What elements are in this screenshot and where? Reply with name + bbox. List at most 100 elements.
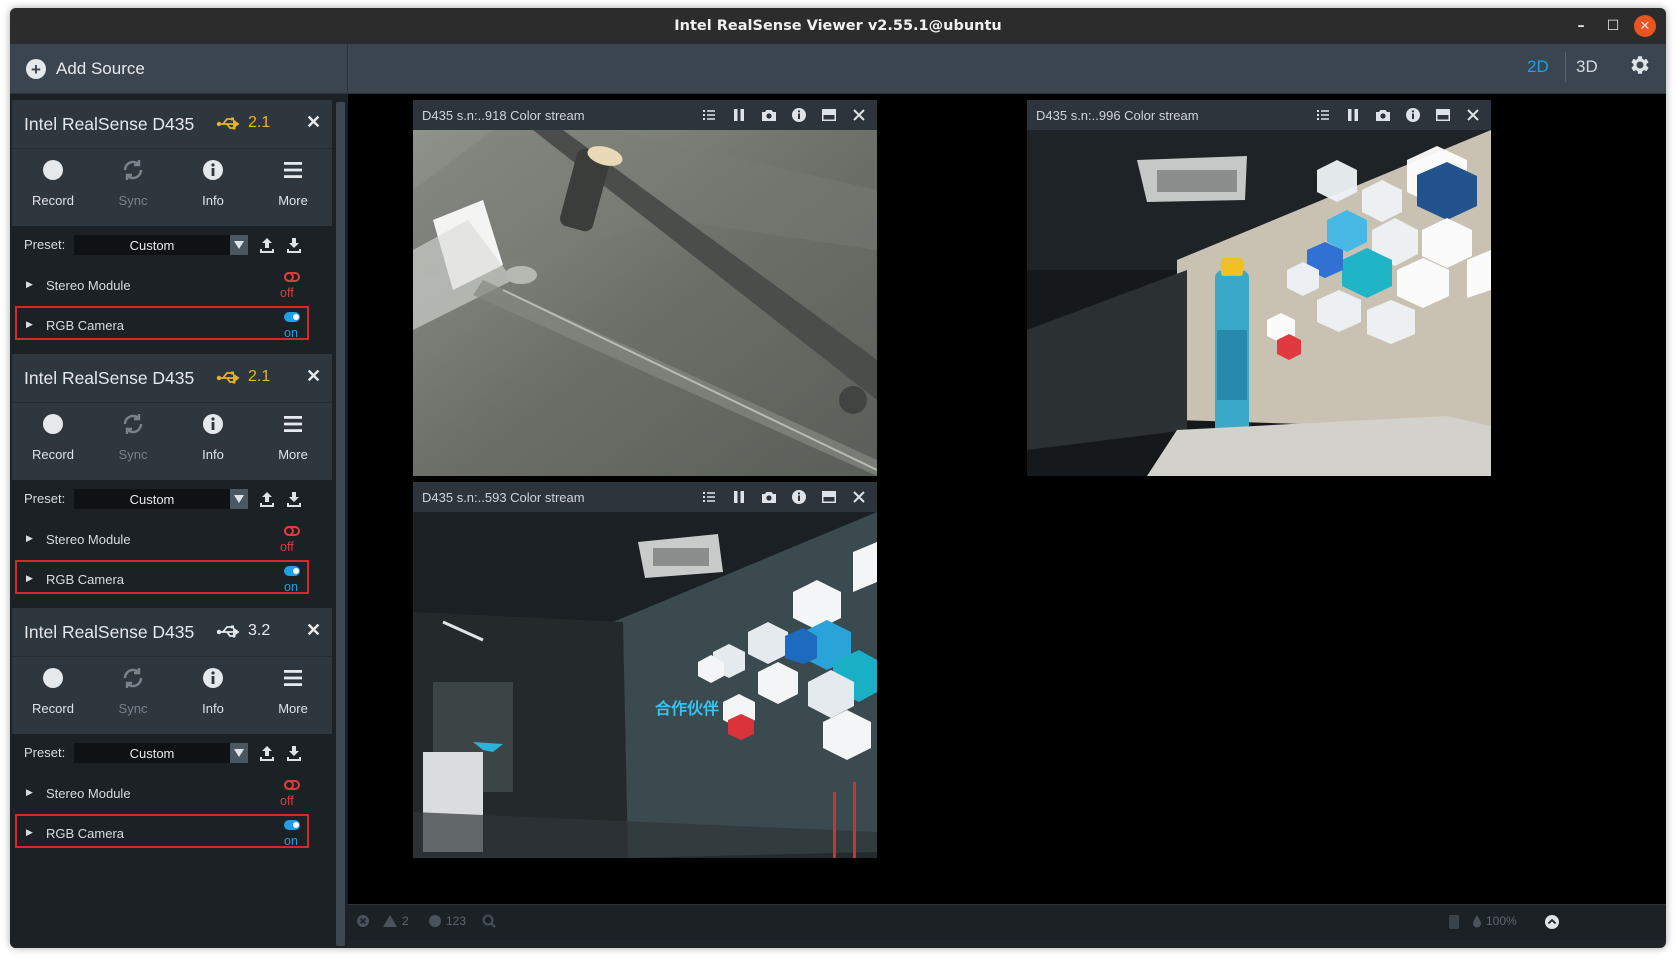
record-button[interactable]: Record — [18, 665, 88, 716]
preset-dropdown-arrow[interactable] — [230, 235, 248, 255]
warnings-indicator[interactable]: 2 — [382, 914, 409, 928]
view-separator — [1565, 52, 1566, 82]
pause-icon[interactable] — [1345, 107, 1361, 123]
upload-preset-icon[interactable] — [258, 744, 276, 762]
record-label: Record — [32, 447, 74, 462]
usb-version: 2.1 — [248, 368, 271, 385]
settings-gear-icon[interactable] — [1628, 53, 1652, 77]
close-window-button[interactable]: ✕ — [1634, 15, 1656, 37]
sync-icon — [123, 414, 143, 434]
sync-label: Sync — [118, 193, 148, 208]
upload-preset-icon[interactable] — [258, 490, 276, 508]
remove-device-button[interactable]: ✕ — [306, 620, 321, 641]
stream-options-icon[interactable] — [701, 107, 717, 123]
upload-preset-icon[interactable] — [258, 236, 276, 254]
module-row-stereo-module[interactable]: ▶ Stereo Module off — [12, 266, 332, 306]
search-icon[interactable] — [482, 914, 496, 928]
camera-icon[interactable] — [761, 107, 777, 123]
info-icon — [203, 414, 223, 434]
info-button[interactable]: Info — [178, 157, 248, 208]
download-preset-icon[interactable] — [285, 490, 303, 508]
module-name: RGB Camera — [46, 572, 125, 587]
stream-options-icon[interactable] — [1315, 107, 1331, 123]
sync-button[interactable]: Sync — [98, 665, 168, 716]
maximize-button[interactable]: ☐ — [1602, 15, 1624, 37]
more-button[interactable]: More — [258, 157, 328, 208]
download-preset-icon[interactable] — [285, 236, 303, 254]
device-header[interactable]: Intel RealSense D435 2.1 ✕ — [12, 354, 332, 402]
module-name: Stereo Module — [46, 278, 131, 293]
maximize-icon[interactable] — [821, 489, 837, 505]
download-preset-icon[interactable] — [285, 744, 303, 762]
stream-panel-996: D435 s.n:..996 Color stream — [1027, 100, 1491, 476]
module-toggle[interactable] — [284, 566, 300, 576]
expand-triangle-icon[interactable]: ▶ — [26, 827, 33, 838]
pause-icon[interactable] — [731, 489, 747, 505]
expand-triangle-icon[interactable]: ▶ — [26, 573, 33, 584]
camera-frame-918[interactable] — [413, 130, 877, 476]
view-3d-button[interactable]: 3D — [1576, 57, 1598, 77]
maximize-icon[interactable] — [821, 107, 837, 123]
module-toggle[interactable] — [284, 272, 300, 282]
more-button[interactable]: More — [258, 665, 328, 716]
preset-dropdown-arrow[interactable] — [230, 743, 248, 763]
more-label: More — [278, 193, 308, 208]
preset-select[interactable]: Custom — [74, 743, 230, 763]
expand-triangle-icon[interactable]: ▶ — [26, 279, 33, 290]
module-toggle[interactable] — [284, 820, 300, 830]
module-toggle[interactable] — [284, 312, 300, 322]
clear-notifications-icon[interactable] — [356, 914, 370, 928]
close-stream-icon[interactable] — [851, 489, 867, 505]
close-stream-icon[interactable] — [851, 107, 867, 123]
preset-value: Custom — [129, 237, 175, 253]
module-row-stereo-module[interactable]: ▶ Stereo Module off — [12, 520, 332, 560]
add-source-button[interactable]: + Add Source — [10, 44, 348, 94]
expand-triangle-icon[interactable]: ▶ — [26, 787, 33, 798]
camera-icon[interactable] — [761, 489, 777, 505]
device-controls: Record Sync Info More — [12, 402, 332, 480]
preset-dropdown-arrow[interactable] — [230, 489, 248, 509]
window-title: Intel RealSense Viewer v2.55.1@ubuntu — [674, 18, 1002, 34]
sync-button[interactable]: Sync — [98, 157, 168, 208]
module-state: off — [280, 540, 294, 554]
info-indicator[interactable]: 123 — [428, 914, 466, 928]
expand-triangle-icon[interactable]: ▶ — [26, 319, 33, 330]
camera-icon[interactable] — [1375, 107, 1391, 123]
close-stream-icon[interactable] — [1465, 107, 1481, 123]
view-2d-button[interactable]: 2D — [1527, 57, 1549, 77]
more-button[interactable]: More — [258, 411, 328, 462]
module-row-rgb-camera[interactable]: ▶ RGB Camera on — [12, 814, 332, 854]
info-button[interactable]: Info — [178, 665, 248, 716]
module-toggle[interactable] — [284, 526, 300, 536]
module-row-rgb-camera[interactable]: ▶ RGB Camera on — [12, 560, 332, 600]
preset-value: Custom — [129, 745, 175, 761]
remove-device-button[interactable]: ✕ — [306, 366, 321, 387]
info-icon[interactable] — [1405, 107, 1421, 123]
camera-frame-996[interactable] — [1027, 130, 1491, 476]
remove-device-button[interactable]: ✕ — [306, 112, 321, 133]
stream-options-icon[interactable] — [701, 489, 717, 505]
sidebar-scrollbar[interactable] — [336, 102, 345, 946]
sync-button[interactable]: Sync — [98, 411, 168, 462]
info-button[interactable]: Info — [178, 411, 248, 462]
record-button[interactable]: Record — [18, 157, 88, 208]
expand-triangle-icon[interactable]: ▶ — [26, 533, 33, 544]
module-name: RGB Camera — [46, 318, 125, 333]
camera-frame-593[interactable]: 合作伙伴 — [413, 512, 877, 858]
preset-select[interactable]: Custom — [74, 489, 230, 509]
device-header[interactable]: Intel RealSense D435 2.1 ✕ — [12, 100, 332, 148]
minimize-button[interactable]: – — [1570, 15, 1592, 37]
maximize-icon[interactable] — [1435, 107, 1451, 123]
device-header[interactable]: Intel RealSense D435 3.2 ✕ — [12, 608, 332, 656]
module-row-stereo-module[interactable]: ▶ Stereo Module off — [12, 774, 332, 814]
stream-title: D435 s.n:..918 Color stream — [422, 107, 585, 123]
record-button[interactable]: Record — [18, 411, 88, 462]
pause-icon[interactable] — [731, 107, 747, 123]
info-icon[interactable] — [791, 107, 807, 123]
module-toggle[interactable] — [284, 780, 300, 790]
collapse-up-button[interactable] — [1544, 914, 1560, 930]
module-row-rgb-camera[interactable]: ▶ RGB Camera on — [12, 306, 332, 346]
preset-select[interactable]: Custom — [74, 235, 230, 255]
info-icon[interactable] — [791, 489, 807, 505]
stream-controls — [701, 107, 867, 123]
